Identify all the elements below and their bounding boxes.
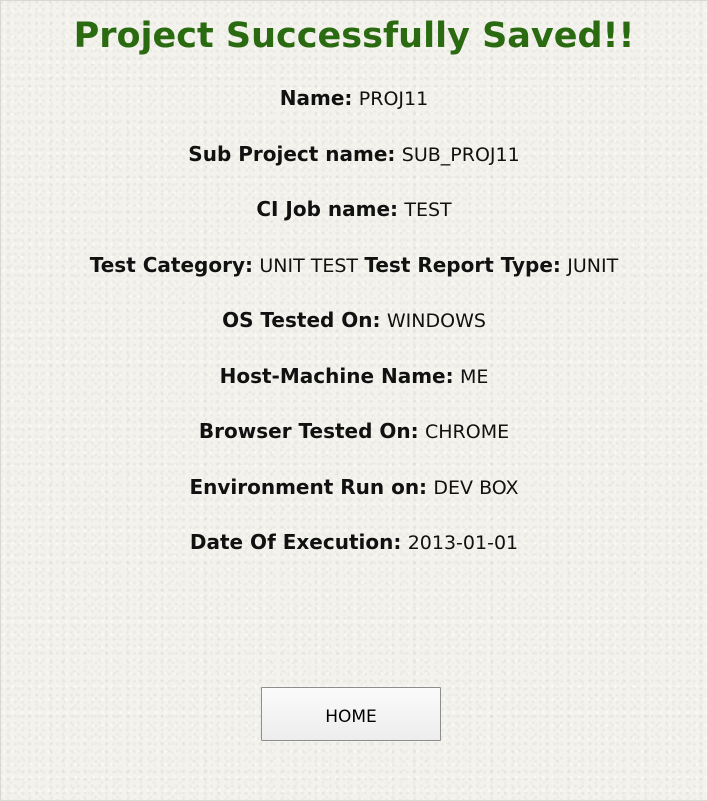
sub-project-label: Sub Project name: — [188, 141, 396, 166]
ci-job-label: CI Job name: — [256, 197, 399, 221]
host-machine-value: ME — [459, 365, 489, 388]
name-value: PROJ11 — [358, 88, 429, 110]
browser-label: Browser Tested On: — [198, 419, 419, 443]
test-category-label: Test Category: — [89, 252, 253, 277]
detail-row-sub-project: Sub Project name: SUB_PROJ11 — [0, 132, 708, 188]
browser-value: CHROME — [424, 421, 510, 443]
name-label: Name: — [279, 86, 353, 110]
detail-row-ci-job: CI Job name: TEST — [0, 187, 708, 243]
detail-row-test-category: Test Category: UNIT TEST Test Report Typ… — [0, 243, 708, 299]
detail-row-os: OS Tested On: WINDOWS — [0, 298, 708, 354]
detail-row-name: Name: PROJ11 — [0, 76, 708, 132]
page-title: Project Successfully Saved!! — [73, 16, 635, 56]
detail-row-environment: Environment Run on: DEV BOX — [0, 465, 708, 521]
environment-value: DEV BOX — [433, 476, 519, 499]
os-label: OS Tested On: — [222, 308, 381, 332]
detail-row-browser: Browser Tested On: CHROME — [0, 409, 708, 465]
host-machine-label: Host-Machine Name: — [219, 363, 454, 388]
os-value: WINDOWS — [386, 310, 486, 332]
test-report-type-label: Test Report Type: — [364, 252, 561, 277]
home-button[interactable]: HOME — [261, 687, 441, 741]
project-details: Name: PROJ11 Sub Project name: SUB_PROJ1… — [0, 76, 708, 576]
sub-project-value: SUB_PROJ11 — [401, 143, 520, 166]
ci-job-value: TEST — [404, 199, 452, 221]
detail-row-host: Host-Machine Name: ME — [0, 354, 708, 410]
environment-label: Environment Run on: — [189, 474, 428, 499]
test-category-value: UNIT TEST — [259, 254, 358, 277]
execution-date-label: Date Of Execution: — [189, 530, 402, 554]
execution-date-value: 2013-01-01 — [407, 532, 519, 554]
detail-row-date: Date Of Execution: 2013-01-01 — [0, 520, 708, 576]
test-report-type-value: JUNIT — [567, 254, 619, 277]
